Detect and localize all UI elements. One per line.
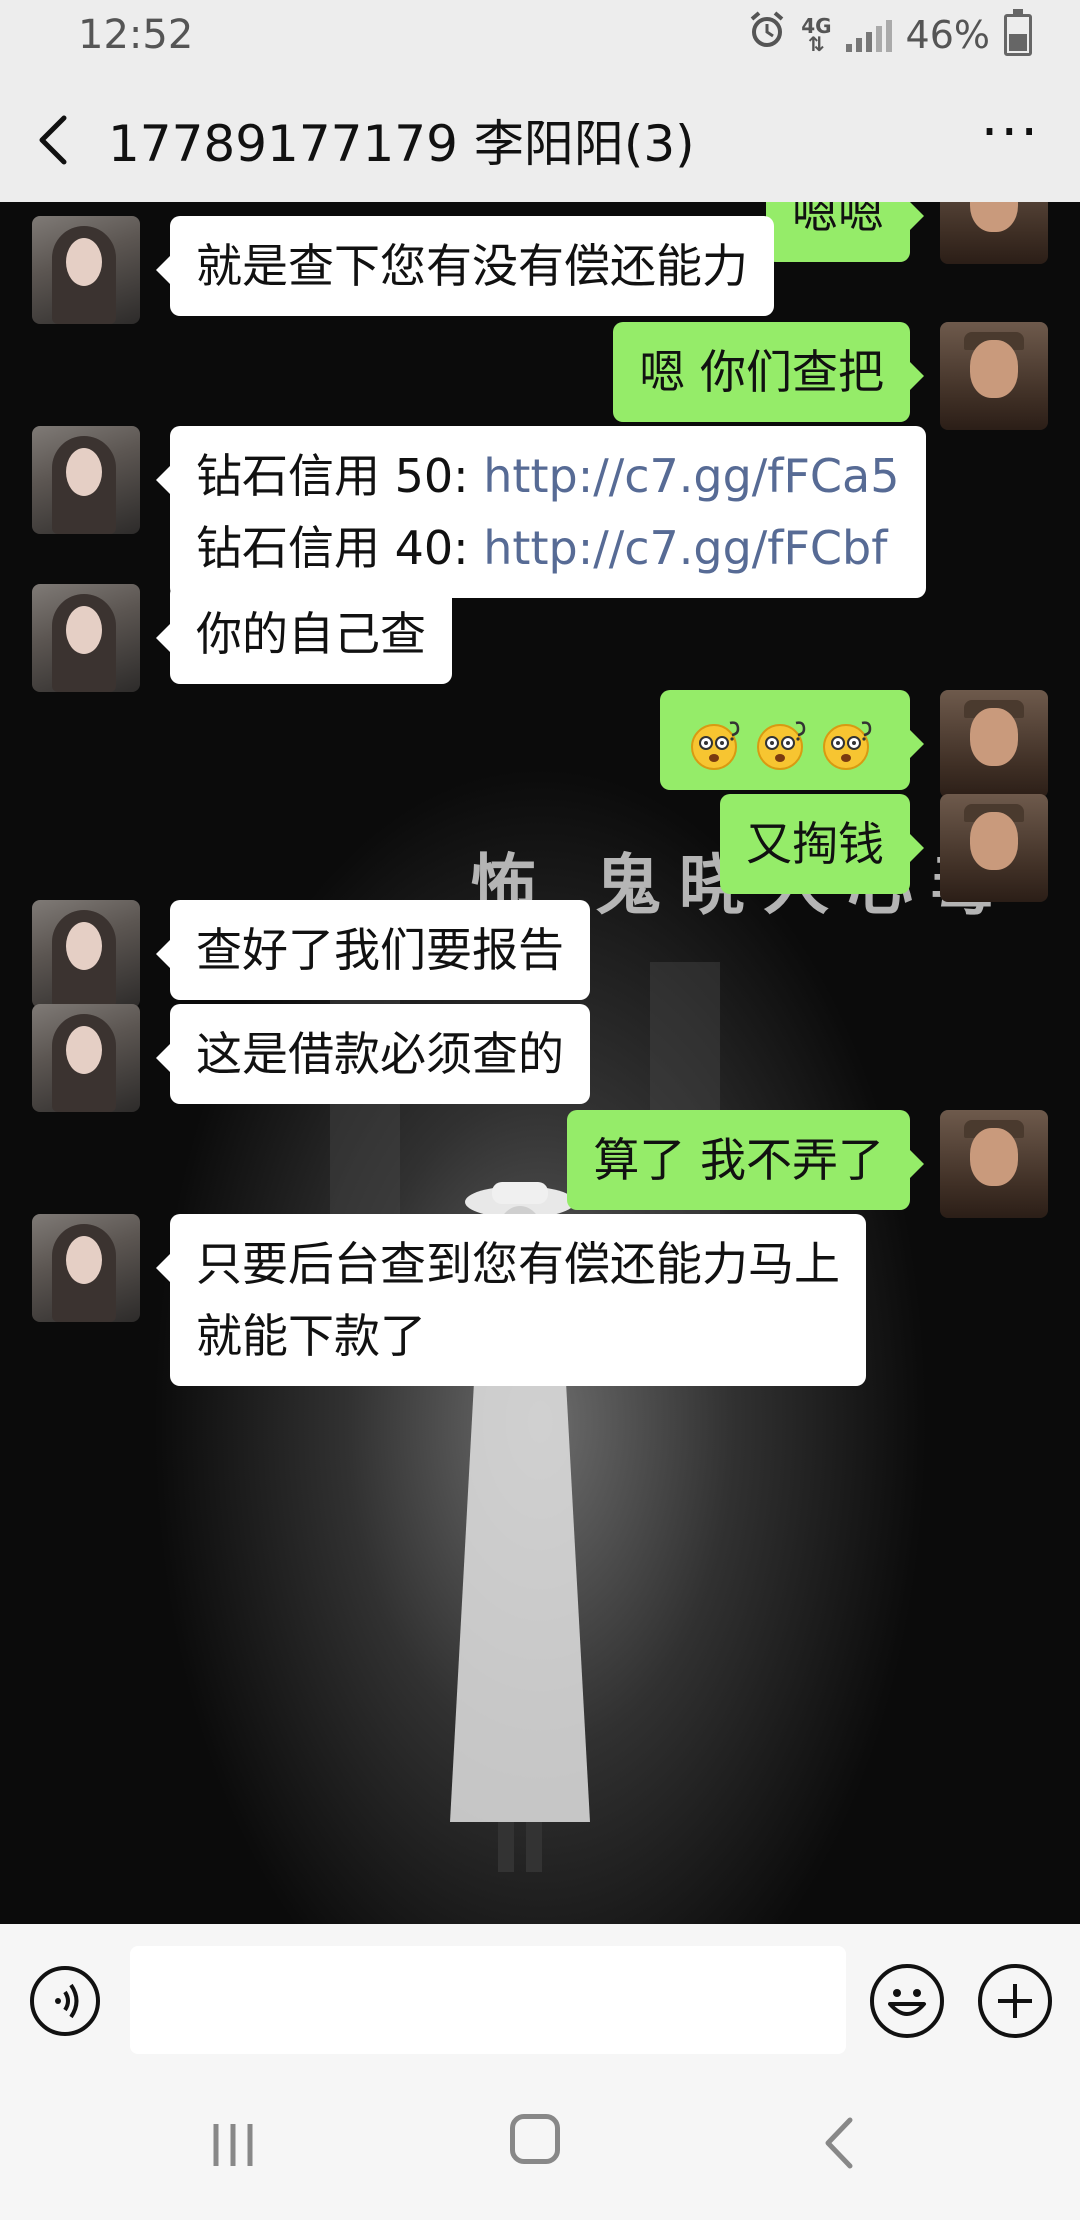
message-text: 钻石信用 50: [196,449,484,503]
network-4g-icon: 4G ⇅ [801,13,832,56]
message-text: 这是借款必须查的 [196,1027,564,1081]
status-time: 12:52 [78,12,194,58]
chat-title: 17789177179 李阳阳(3) [108,115,695,173]
message-text: 查好了我们要报告 [196,923,564,977]
own-avatar[interactable] [940,202,1048,264]
message-text: 嗯 你们查把 [639,345,884,399]
message-text: 只要后台查到您有偿还能力马上 [196,1237,840,1291]
more-icon[interactable]: ··· [981,105,1040,161]
message-bubble[interactable]: 钻石信用 50: http://c7.gg/fFCa5 钻石信用 40: http… [156,426,926,598]
battery-percent: 46% [905,12,990,57]
own-avatar[interactable] [940,690,1048,798]
message-line: 就能下款了 [196,1300,840,1372]
status-bar: 12:52 4G ⇅ 46% [0,0,1080,72]
message-bubble[interactable]: 嗯嗯 [766,202,924,262]
plus-icon[interactable] [978,1964,1052,2038]
message-text: 你的自己查 [196,607,426,661]
message-bubble[interactable]: 查好了我们要报告 [156,900,590,1000]
system-nav-bar [0,2064,1080,2220]
message-text: 算了 我不弄了 [593,1133,884,1187]
recent-apps-icon[interactable] [210,2122,256,2168]
dizzy-face-emoji-icon [818,717,876,771]
message-text: 就是查下您有没有偿还能力 [196,239,748,293]
contact-avatar[interactable] [32,584,140,692]
message-input[interactable] [130,1946,846,2054]
message-line: 只要后台查到您有偿还能力马上 [196,1228,840,1300]
signal-icon [845,18,892,52]
message-bubble[interactable] [660,690,924,790]
message-bubble[interactable]: 只要后台查到您有偿还能力马上 就能下款了 [156,1214,866,1386]
message-text: 嗯嗯 [792,202,884,239]
message-bubble[interactable]: 又掏钱 [720,794,924,894]
message-text: 就能下款了 [196,1309,426,1363]
message-bubble[interactable]: 这是借款必须查的 [156,1004,590,1104]
input-bar [0,1924,1080,2064]
message-line: 钻石信用 40: http://c7.gg/fFCbf [196,512,900,584]
alarm-icon [747,10,787,59]
message-bubble[interactable]: 你的自己查 [156,584,452,684]
own-avatar[interactable] [940,794,1048,902]
contact-avatar[interactable] [32,1214,140,1322]
back-icon[interactable] [820,2116,860,2170]
own-avatar[interactable] [940,322,1048,430]
message-bubble[interactable]: 算了 我不弄了 [567,1110,924,1210]
emoji-icon[interactable] [870,1964,944,2038]
message-line: 钻石信用 50: http://c7.gg/fFCa5 [196,440,900,512]
chat-header: 17789177179 李阳阳(3) ··· [0,72,1080,203]
dizzy-face-emoji-icon [686,717,744,771]
contact-avatar[interactable] [32,900,140,1008]
dizzy-face-emoji-icon [752,717,810,771]
contact-avatar[interactable] [32,1004,140,1112]
message-link[interactable]: http://c7.gg/fFCa5 [483,449,899,503]
chat-area[interactable]: 怖 鬼晓人心毒 嗯嗯就是查下您有没有偿还能力嗯 你们查把钻石信用 50: htt… [0,202,1080,1924]
message-text: 钻石信用 40: [196,521,484,575]
contact-avatar[interactable] [32,216,140,324]
battery-icon [1004,8,1032,56]
message-bubble[interactable]: 就是查下您有没有偿还能力 [156,216,774,316]
message-link[interactable]: http://c7.gg/fFCbf [483,521,887,575]
message-bubble[interactable]: 嗯 你们查把 [613,322,924,422]
own-avatar[interactable] [940,1110,1048,1218]
contact-avatar[interactable] [32,426,140,534]
chevron-left-icon[interactable] [30,110,80,170]
home-icon[interactable] [510,2114,560,2164]
message-text: 又掏钱 [746,817,884,871]
voice-icon[interactable] [30,1966,100,2036]
